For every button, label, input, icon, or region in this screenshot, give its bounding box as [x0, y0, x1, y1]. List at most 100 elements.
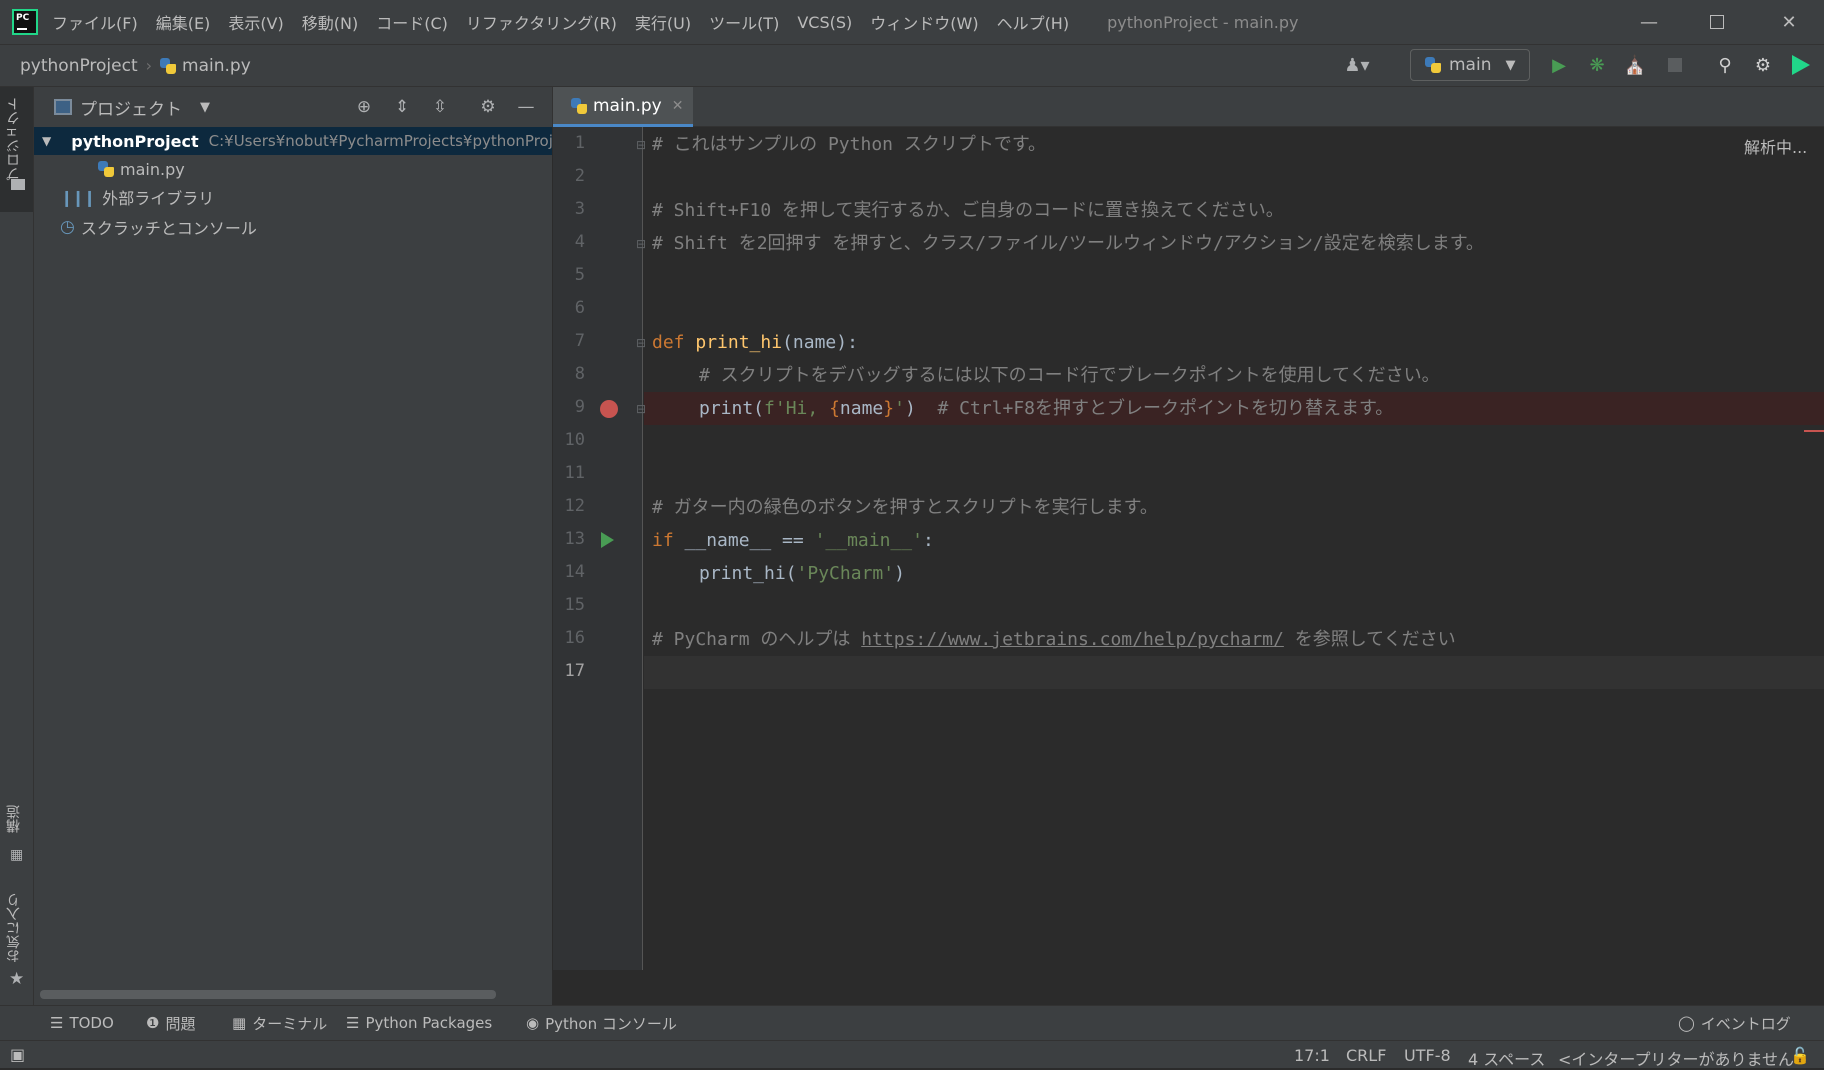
horizontal-scrollbar[interactable]	[40, 990, 496, 999]
settings-button[interactable]: ⚙	[1750, 52, 1776, 78]
code-text: print(	[699, 398, 765, 419]
tree-item-project-root[interactable]: ▼ pythonProject C:¥Users¥nobut¥PycharmPr…	[34, 127, 576, 155]
collapse-all-icon: ⇳	[432, 97, 448, 117]
expand-all-button[interactable]: ⇕	[390, 95, 414, 119]
bottom-tool-bar: ☰ TODO ❶ 問題 ▦ ターミナル ☰ Python Packages ◉ Pytho…	[0, 1005, 1824, 1040]
error-stripe-marker[interactable]	[1804, 430, 1824, 432]
menu-file[interactable]: ファイル(F)	[52, 10, 138, 34]
event-log-tool-button[interactable]: ◯ イベントログ	[1678, 1013, 1791, 1034]
search-button[interactable]: ⚲	[1712, 52, 1738, 78]
code-text: print_hi(	[699, 563, 797, 584]
code-line-3: # Shift+F10 を押して実行するか、ご自身のコードに置き換えてください。	[652, 194, 1284, 227]
run-configuration-selector[interactable]: main ▼	[1410, 49, 1530, 81]
chevron-down-icon[interactable]: ▼	[200, 100, 210, 115]
project-tool-tab[interactable]: プロジェクト	[4, 97, 24, 181]
close-icon[interactable]: ✕	[672, 98, 684, 114]
structure-icon: ▦	[10, 847, 24, 863]
menu-run[interactable]: 実行(U)	[635, 10, 691, 34]
pycharm-logo-icon: PC	[12, 9, 38, 35]
editor-tab-bar: main.py ✕	[552, 87, 1824, 127]
comment-text: # Shift+F10 を押して実行するか、ご自身のコードに置き換えてください。	[652, 200, 1284, 221]
maximize-button[interactable]	[1684, 0, 1750, 44]
menu-code[interactable]: コード(C)	[376, 10, 448, 34]
code-text: )	[904, 398, 916, 419]
run-gutter-icon[interactable]	[601, 532, 614, 548]
caret-position[interactable]: 17:1	[1294, 1046, 1330, 1065]
fold-marker-icon[interactable]: ⊟	[636, 402, 646, 416]
breadcrumb-project[interactable]: pythonProject	[20, 56, 138, 76]
toggle-tool-windows-icon[interactable]: ▣	[10, 1045, 25, 1064]
menu-edit[interactable]: 編集(E)	[156, 10, 211, 34]
favorites-tool-tab[interactable]: お気に入り	[4, 893, 24, 963]
chevron-down-icon[interactable]: ▼	[42, 134, 51, 148]
menu-view[interactable]: 表示(V)	[228, 10, 283, 34]
code-text: )	[894, 563, 905, 584]
fold-marker-icon[interactable]: ⊟	[636, 336, 646, 350]
chevron-down-icon: ▼	[1505, 57, 1516, 73]
shield-icon: ⛪	[1623, 54, 1647, 76]
hide-panel-button[interactable]: —	[514, 95, 538, 119]
help-link[interactable]: https://www.jetbrains.com/help/pycharm/	[861, 629, 1284, 650]
interpreter-status[interactable]: <インタープリターがありません>	[1558, 1046, 1807, 1070]
comment-text: # これはサンプルの Python スクリプトです。	[652, 134, 1047, 155]
code-line-1: # これはサンプルの Python スクリプトです。	[652, 128, 1046, 161]
run-icon: ▶	[1552, 54, 1566, 76]
menu-refactor[interactable]: リファクタリング(R)	[466, 10, 617, 34]
fold-marker-icon[interactable]: ⊟	[636, 138, 646, 152]
tool-label: Python コンソール	[545, 1014, 677, 1033]
search-icon: ⚲	[1718, 54, 1732, 76]
title-bar: PC ファイル(F) 編集(E) 表示(V) 移動(N) コード(C) リファク…	[0, 0, 1824, 44]
tree-item-label: main.py	[120, 159, 185, 179]
structure-tool-tab[interactable]: 構造	[4, 805, 24, 833]
tool-label: イベントログ	[1700, 1014, 1791, 1033]
file-encoding[interactable]: UTF-8	[1404, 1046, 1451, 1065]
analysis-status[interactable]: 解析中...	[1744, 134, 1807, 158]
code-line-13: if __name__ == '__main__':	[652, 524, 934, 557]
tab-main-py[interactable]: main.py ✕	[553, 87, 693, 127]
function-name: print_hi	[695, 332, 783, 353]
unlock-icon[interactable]: 🔓	[1790, 1046, 1810, 1065]
terminal-tool-button[interactable]: ▦ ターミナル	[232, 1013, 327, 1034]
bug-icon: ❋	[1589, 54, 1605, 76]
problems-tool-button[interactable]: ❶ 問題	[146, 1013, 195, 1034]
debug-button[interactable]: ❋	[1584, 52, 1610, 78]
breakpoint-icon[interactable]	[600, 400, 618, 418]
list-icon: ☰	[50, 1014, 64, 1032]
menu-vcs[interactable]: VCS(S)	[797, 13, 852, 32]
todo-tool-button[interactable]: ☰ TODO	[50, 1014, 114, 1032]
minimize-button[interactable]: —	[1616, 0, 1682, 44]
run-button[interactable]: ▶	[1546, 52, 1572, 78]
close-button[interactable]: ✕	[1756, 0, 1822, 44]
python-config-icon	[1425, 57, 1441, 73]
breadcrumb-file[interactable]: main.py	[182, 56, 251, 76]
minimize-icon: —	[1640, 11, 1658, 33]
collapse-all-button[interactable]: ⇳	[428, 95, 452, 119]
menu-navigate[interactable]: 移動(N)	[302, 10, 358, 34]
indent-setting[interactable]: 4 スペース	[1468, 1046, 1545, 1070]
vcs-user-icon[interactable]: ♟▾	[1344, 52, 1370, 78]
tree-item-scratches[interactable]: ◷ スクラッチとコンソール	[34, 213, 257, 241]
panel-settings-button[interactable]: ⚙	[476, 95, 500, 119]
python-packages-tool-button[interactable]: ☰ Python Packages	[346, 1014, 492, 1032]
keyword: if	[652, 530, 674, 551]
menu-help[interactable]: ヘルプ(H)	[997, 10, 1070, 34]
coverage-button[interactable]: ⛪	[1622, 52, 1648, 78]
locate-file-button[interactable]: ⊕	[352, 95, 376, 119]
menu-window[interactable]: ウィンドウ(W)	[870, 10, 978, 34]
jetbrains-toolbox-button[interactable]	[1788, 52, 1814, 78]
stop-button[interactable]	[1662, 52, 1688, 78]
project-panel-title[interactable]: プロジェクト	[80, 95, 182, 120]
tool-label: ターミナル	[252, 1014, 328, 1033]
code-text: (name):	[782, 332, 858, 353]
info-icon: ❶	[146, 1014, 160, 1032]
tree-item-main-py[interactable]: main.py	[34, 155, 185, 183]
string-literal: '	[894, 398, 905, 419]
tree-item-external-libraries[interactable]: ❙❙❙ 外部ライブラリ	[34, 183, 214, 211]
python-console-tool-button[interactable]: ◉ Python コンソール	[526, 1013, 677, 1034]
minimize-icon: —	[517, 97, 535, 117]
keyword: def	[652, 332, 685, 353]
line-separator[interactable]: CRLF	[1346, 1046, 1386, 1065]
line-number: 5	[574, 265, 585, 285]
menu-tools[interactable]: ツール(T)	[709, 10, 779, 34]
fold-marker-icon[interactable]: ⊟	[636, 237, 646, 251]
